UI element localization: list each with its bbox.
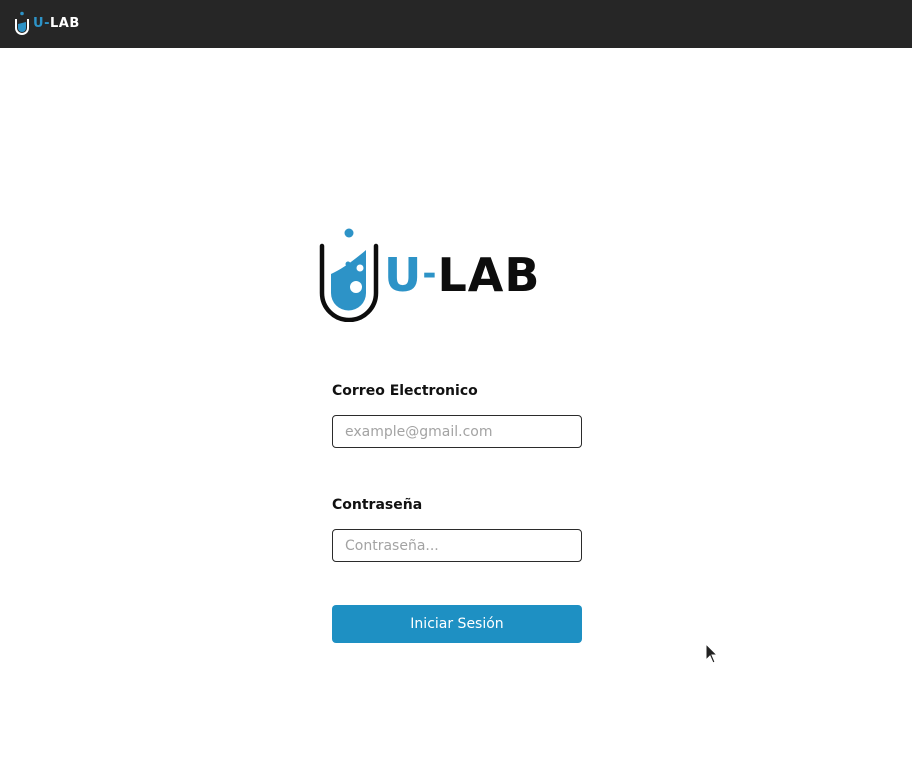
- test-tube-icon: [15, 11, 29, 35]
- logo-lab: LAB: [49, 15, 80, 31]
- main-logo-text: U-LAB: [384, 252, 540, 298]
- logo-letter-u: U: [33, 15, 45, 31]
- password-label: Contraseña: [332, 497, 423, 513]
- email-input[interactable]: [332, 415, 582, 448]
- main-logo: U-LAB: [318, 228, 590, 322]
- header-logo-text: U-LAB: [33, 17, 80, 30]
- password-input[interactable]: [332, 529, 582, 562]
- logo-letter-u: U: [384, 248, 423, 302]
- test-tube-icon: [319, 228, 379, 322]
- logo-dash: -: [422, 254, 438, 294]
- header-logo[interactable]: U-LAB: [14, 11, 80, 35]
- email-label: Correo Electronico: [332, 383, 478, 399]
- top-navbar: U-LAB: [0, 0, 912, 48]
- login-button[interactable]: Iniciar Sesión: [332, 605, 582, 643]
- logo-lab: LAB: [437, 248, 541, 302]
- login-form: Correo Electronico Contraseña Iniciar Se…: [332, 380, 582, 643]
- mouse-cursor-icon: [705, 643, 719, 664]
